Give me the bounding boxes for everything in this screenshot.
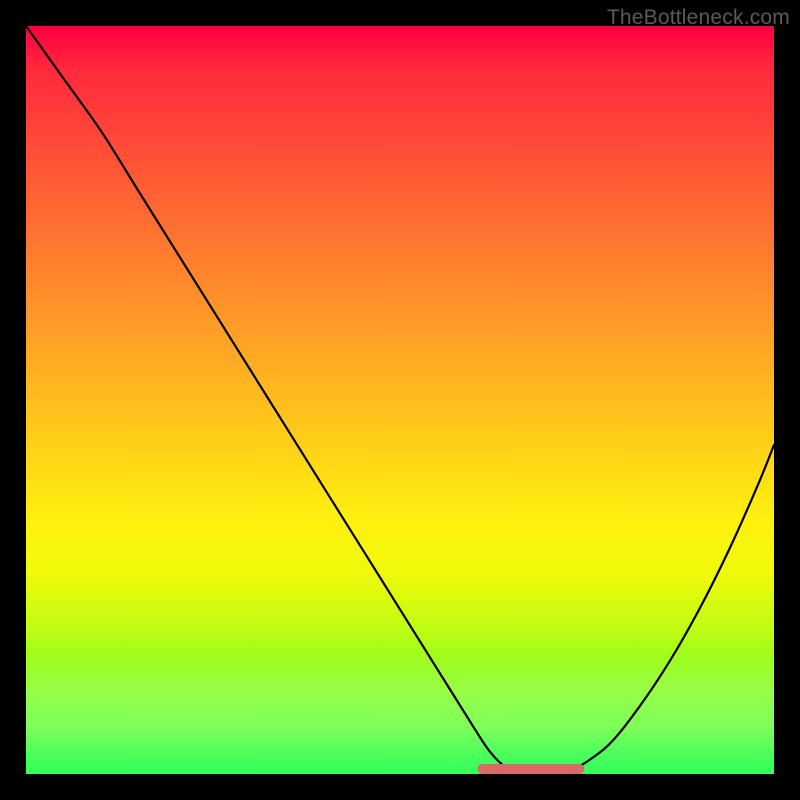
bottleneck-curve: [26, 26, 774, 774]
chart-plot-area: [26, 26, 774, 774]
curve-path: [26, 26, 774, 774]
